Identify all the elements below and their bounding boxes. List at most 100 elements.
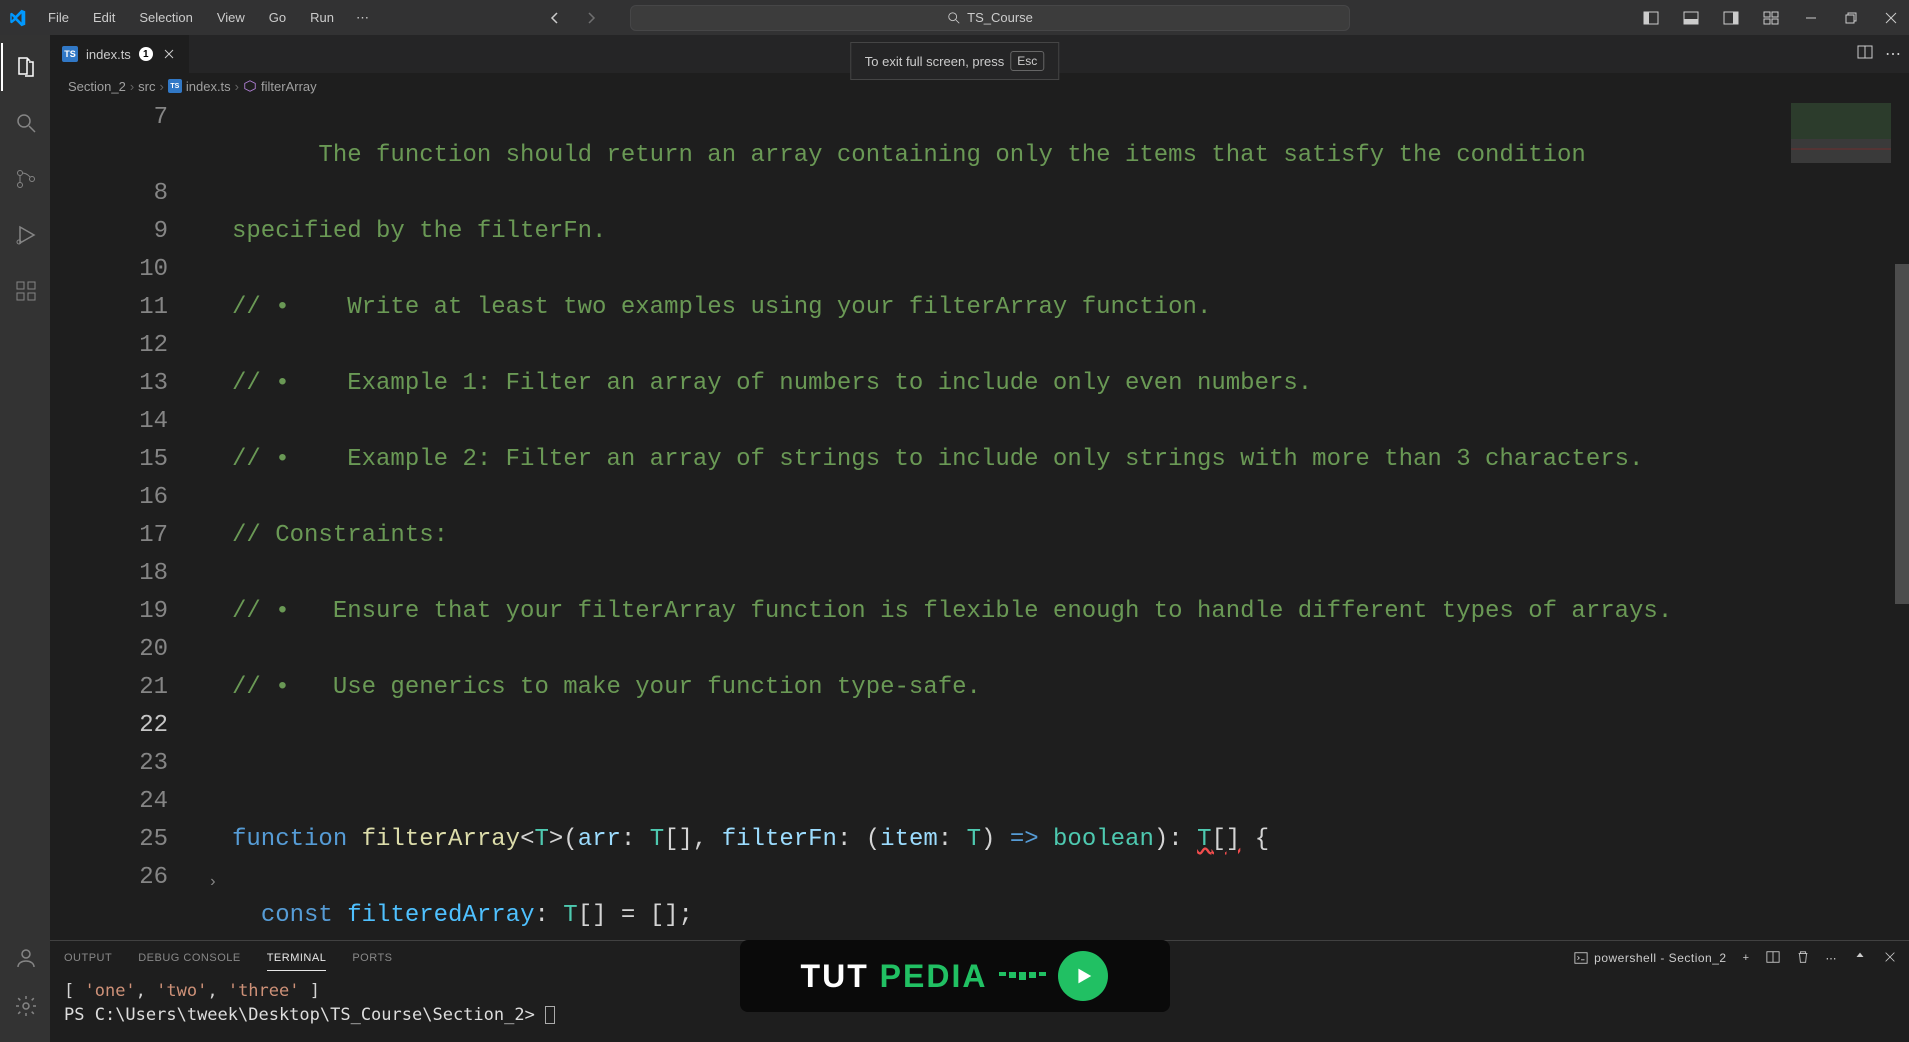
line-number-gutter: 7 8 9 10 11 12 13 14 15 16 17 18 19 20 2… <box>50 99 198 897</box>
command-center[interactable]: TS_Course <box>630 5 1350 31</box>
chevron-right-icon: › <box>160 79 164 94</box>
menu-file[interactable]: File <box>38 6 79 29</box>
breadcrumb-segment[interactable]: filterArray <box>261 79 317 94</box>
code-line[interactable]: // • Use generics to make your function … <box>232 669 1792 707</box>
minimize-button[interactable] <box>1793 3 1829 33</box>
close-button[interactable] <box>1873 3 1909 33</box>
extensions-icon[interactable] <box>1 267 49 315</box>
search-icon <box>947 11 961 25</box>
panel-tab-debug[interactable]: DEBUG CONSOLE <box>138 946 240 970</box>
nav-forward-icon[interactable] <box>581 8 601 28</box>
terminal-more-icon[interactable]: ⋯ <box>1826 952 1838 965</box>
vertical-scrollbar[interactable] <box>1895 99 1909 940</box>
title-bar: File Edit Selection View Go Run ⋯ TS_Cou… <box>0 0 1909 35</box>
activity-bar <box>0 35 50 1042</box>
menu-edit[interactable]: Edit <box>83 6 125 29</box>
fold-chevron-icon[interactable]: › <box>208 863 218 901</box>
customize-layout-icon[interactable] <box>1753 3 1789 33</box>
line-number: 13 <box>50 365 168 403</box>
chevron-right-icon: › <box>235 79 239 94</box>
split-editor-icon[interactable] <box>1857 44 1873 65</box>
code-line[interactable]: // Constraints: <box>232 517 1792 555</box>
tab-close-icon[interactable] <box>161 46 177 62</box>
nav-back-icon[interactable] <box>545 8 565 28</box>
terminal-icon <box>1574 951 1588 965</box>
line-number: 25 <box>50 821 168 859</box>
code-editor[interactable]: 7 8 9 10 11 12 13 14 15 16 17 18 19 20 2… <box>50 99 1909 940</box>
breadcrumb-segment[interactable]: src <box>138 79 155 94</box>
run-debug-icon[interactable] <box>1 211 49 259</box>
notice-text: To exit full screen, press <box>865 54 1004 69</box>
menu-selection[interactable]: Selection <box>129 6 202 29</box>
line-number: 7 <box>50 99 168 175</box>
tab-filename: index.ts <box>86 47 131 62</box>
kill-terminal-icon[interactable] <box>1796 950 1810 967</box>
line-number: 19 <box>50 593 168 631</box>
typescript-file-icon: TS <box>168 79 182 93</box>
code-content[interactable]: The function should return an array cont… <box>232 99 1792 940</box>
terminal-selector[interactable]: powershell - Section_2 <box>1574 951 1726 965</box>
line-number: 26 <box>50 859 168 897</box>
toggle-secondary-sidebar-icon[interactable] <box>1713 3 1749 33</box>
settings-gear-icon[interactable] <box>1 982 49 1030</box>
code-line[interactable]: // • Write at least two examples using y… <box>232 289 1792 327</box>
symbol-method-icon <box>243 79 257 93</box>
panel-tab-terminal[interactable]: TERMINAL <box>267 946 327 971</box>
editor-tab[interactable]: TS index.ts 1 <box>50 35 190 73</box>
panel-tab-ports[interactable]: PORTS <box>352 946 392 970</box>
breadcrumb-segment[interactable]: index.ts <box>186 79 231 94</box>
play-icon <box>1058 951 1108 1001</box>
line-number: 24 <box>50 783 168 821</box>
minimap[interactable] <box>1791 103 1891 163</box>
fullscreen-notice: To exit full screen, press Esc <box>850 42 1059 80</box>
line-number: 14 <box>50 403 168 441</box>
code-line[interactable]: // • Example 2: Filter an array of strin… <box>232 441 1792 479</box>
tab-problems-badge: 1 <box>139 47 153 61</box>
line-number: 11 <box>50 289 168 327</box>
code-line[interactable]: // • Ensure that your filterArray functi… <box>232 593 1792 631</box>
line-number: 20 <box>50 631 168 669</box>
vscode-logo-icon <box>8 9 26 27</box>
editor-more-icon[interactable]: ⋯ <box>1885 44 1901 64</box>
watermark-dots-icon <box>999 972 1046 980</box>
code-line[interactable]: // • Example 1: Filter an array of numbe… <box>232 365 1792 403</box>
command-center-text: TS_Course <box>967 10 1033 25</box>
code-line[interactable]: function filterArray<T>(arr: T[], filter… <box>232 821 1792 859</box>
code-line[interactable]: const filteredArray: T[] = []; <box>232 897 1792 935</box>
code-line[interactable] <box>232 745 1792 783</box>
restore-button[interactable] <box>1833 3 1869 33</box>
line-number: 12 <box>50 327 168 365</box>
menu-view[interactable]: View <box>207 6 255 29</box>
panel-tab-output[interactable]: OUTPUT <box>64 946 112 970</box>
menu-go[interactable]: Go <box>259 6 296 29</box>
breadcrumb-segment[interactable]: Section_2 <box>68 79 126 94</box>
line-number: 22 <box>50 707 168 745</box>
line-number: 17 <box>50 517 168 555</box>
maximize-panel-icon[interactable] <box>1853 950 1867 967</box>
close-panel-icon[interactable] <box>1883 950 1897 967</box>
esc-key-badge: Esc <box>1010 51 1044 71</box>
code-line[interactable]: specified by the filterFn. <box>232 213 1792 251</box>
explorer-icon[interactable] <box>1 43 49 91</box>
chevron-right-icon: › <box>130 79 134 94</box>
menu-run[interactable]: Run <box>300 6 344 29</box>
line-number: 8 <box>50 175 168 213</box>
line-number: 15 <box>50 441 168 479</box>
line-number: 23 <box>50 745 168 783</box>
source-control-icon[interactable] <box>1 155 49 203</box>
accounts-icon[interactable] <box>1 934 49 982</box>
scrollbar-thumb[interactable] <box>1895 264 1909 604</box>
search-activity-icon[interactable] <box>1 99 49 147</box>
split-terminal-icon[interactable] <box>1766 950 1780 967</box>
terminal-name: powershell - Section_2 <box>1594 951 1726 965</box>
new-terminal-icon[interactable]: + <box>1743 952 1750 964</box>
toggle-panel-icon[interactable] <box>1673 3 1709 33</box>
line-number: 10 <box>50 251 168 289</box>
terminal-cursor <box>545 1006 555 1024</box>
menu-more-icon[interactable]: ⋯ <box>348 6 377 30</box>
toggle-primary-sidebar-icon[interactable] <box>1633 3 1669 33</box>
code-line[interactable]: The function should return an array cont… <box>232 137 1792 175</box>
line-number: 18 <box>50 555 168 593</box>
line-number: 9 <box>50 213 168 251</box>
line-number: 21 <box>50 669 168 707</box>
